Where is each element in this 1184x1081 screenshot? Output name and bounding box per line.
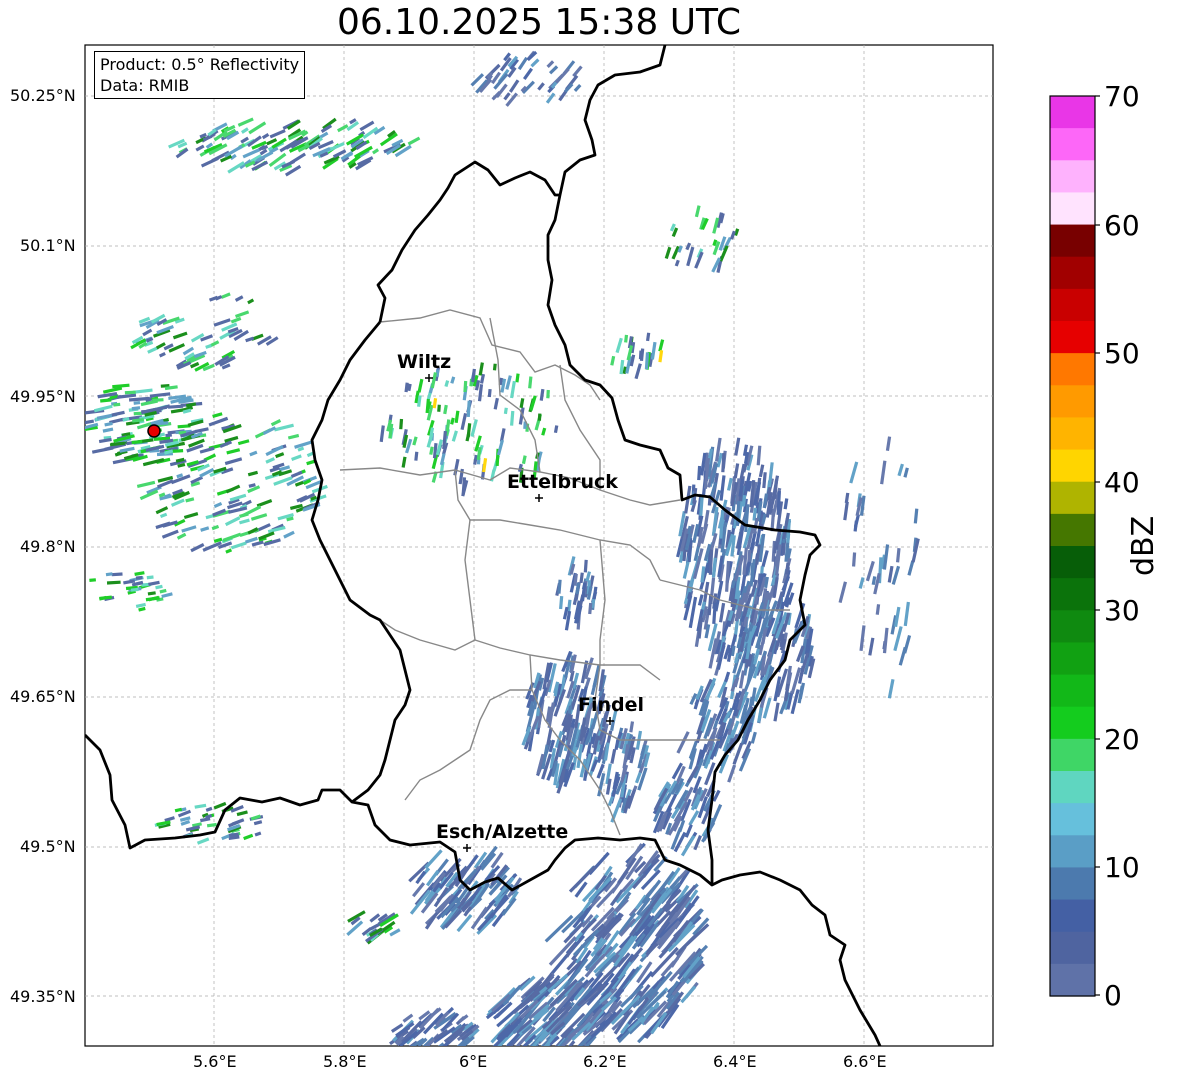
colorbar-tick-label: 40 — [1104, 466, 1140, 499]
lon-tick-label: 6.4°E — [713, 1052, 757, 1071]
colorbar-segment — [1050, 224, 1095, 258]
lat-tick-label: 50.1°N — [20, 236, 76, 255]
city-label-ettelbruck: Ettelbruck — [507, 471, 618, 493]
echo-cell — [514, 1045, 537, 1046]
echo-cell — [542, 1045, 564, 1046]
product-info-box: Product: 0.5° Reflectivity Data: RMIB — [94, 51, 306, 99]
echo-cell — [546, 389, 550, 399]
colorbar-segment — [1050, 385, 1095, 419]
colorbar-segment — [1050, 867, 1095, 901]
product-label: Product: 0.5° Reflectivity — [100, 55, 300, 74]
colorbar-tick-label: 0 — [1104, 979, 1122, 1012]
radar-site-marker — [147, 424, 161, 438]
radar-map: Wiltz Ettelbruck Findel Esch/Alzette — [84, 44, 1100, 1073]
lat-tick-label: 49.5°N — [20, 837, 76, 856]
colorbar-segment — [1050, 256, 1095, 290]
colorbar-segment — [1050, 706, 1095, 740]
colorbar-segment — [1050, 963, 1095, 997]
colorbar-tick-label: 20 — [1104, 723, 1140, 756]
colorbar-segment — [1050, 321, 1095, 354]
echo-cell — [561, 1048, 573, 1061]
colorbar-tick-label: 30 — [1104, 594, 1140, 627]
city-label-esch-alzette: Esch/Alzette — [436, 821, 568, 843]
colorbar-tick-label: 60 — [1104, 209, 1140, 242]
echo-cell — [410, 1047, 431, 1066]
lat-tick-label: 50.25°N — [10, 86, 76, 105]
lon-tick-label: 6.6°E — [843, 1052, 887, 1071]
lon-tick-label: 5.8°E — [323, 1052, 367, 1071]
colorbar-unit-label: dBZ — [1126, 515, 1161, 576]
echo-cell — [124, 390, 136, 395]
colorbar-segment — [1050, 642, 1095, 676]
colorbar-segment — [1050, 481, 1095, 515]
lon-tick-label: 6.2°E — [583, 1052, 627, 1071]
echo-cell — [413, 1048, 433, 1069]
colorbar-segment — [1050, 899, 1095, 933]
lat-tick-label: 49.8°N — [20, 537, 76, 556]
colorbar-segment — [1050, 803, 1095, 836]
colorbar-segment — [1050, 160, 1095, 194]
city-label-wiltz: Wiltz — [397, 351, 451, 373]
lon-tick-label: 6°E — [459, 1052, 488, 1071]
data-source-label: Data: RMIB — [100, 76, 190, 95]
colorbar-segment — [1050, 578, 1095, 611]
colorbar-tick-label: 70 — [1104, 80, 1140, 113]
colorbar-segment — [1050, 738, 1095, 772]
echo-cell — [537, 413, 542, 421]
echo-cell — [133, 401, 141, 405]
colorbar-segment — [1050, 546, 1095, 579]
colorbar-segment — [1050, 353, 1095, 386]
echo-cell — [410, 1048, 430, 1066]
city-label-findel: Findel — [578, 694, 644, 716]
lon-tick-label: 5.6°E — [193, 1052, 237, 1071]
echo-cell — [528, 1047, 555, 1073]
colorbar-segment — [1050, 288, 1095, 322]
colorbar-ticks — [1095, 95, 1100, 996]
colorbar-segment — [1050, 610, 1095, 644]
colorbar-segment — [1050, 931, 1095, 965]
echo-cell — [419, 1047, 442, 1068]
colorbar — [1049, 95, 1096, 997]
colorbar-segment — [1050, 674, 1095, 708]
echo-cell — [89, 578, 96, 582]
colorbar-segment — [1050, 417, 1095, 451]
colorbar-segment — [1050, 449, 1095, 483]
echo-cell — [426, 1047, 451, 1066]
echo-cell — [135, 575, 143, 580]
colorbar-segment — [1050, 128, 1095, 161]
colorbar-segment — [1050, 835, 1095, 869]
colorbar-segment — [1050, 771, 1095, 804]
colorbar-segment — [1050, 192, 1095, 226]
lat-tick-label: 49.95°N — [10, 387, 76, 406]
echo-cell — [437, 404, 441, 412]
colorbar-tick-label: 50 — [1104, 337, 1140, 370]
colorbar-segment — [1050, 513, 1095, 547]
lat-tick-label: 49.65°N — [10, 687, 76, 706]
colorbar-segment — [1050, 96, 1095, 129]
colorbar-tick-label: 10 — [1104, 851, 1140, 884]
lat-tick-label: 49.35°N — [10, 987, 76, 1006]
